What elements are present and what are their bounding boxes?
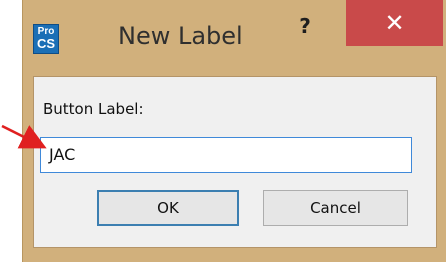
dialog-window: Pro CS New Label ? ✕ Button Label: JAC O… bbox=[22, 0, 446, 262]
help-button[interactable]: ? bbox=[281, 8, 329, 44]
cancel-button[interactable]: Cancel bbox=[263, 190, 408, 226]
ok-button[interactable]: OK bbox=[97, 190, 239, 226]
button-label-input[interactable]: JAC bbox=[40, 137, 412, 173]
screenshot-stage: Pro CS New Label ? ✕ Button Label: JAC O… bbox=[0, 0, 446, 262]
window-title: New Label bbox=[118, 22, 243, 50]
close-button[interactable]: ✕ bbox=[346, 0, 443, 46]
annotation-arrow-line bbox=[1, 124, 47, 149]
title-bar[interactable]: Pro CS New Label ? ✕ bbox=[23, 0, 446, 76]
annotation-arrow bbox=[1, 124, 47, 149]
